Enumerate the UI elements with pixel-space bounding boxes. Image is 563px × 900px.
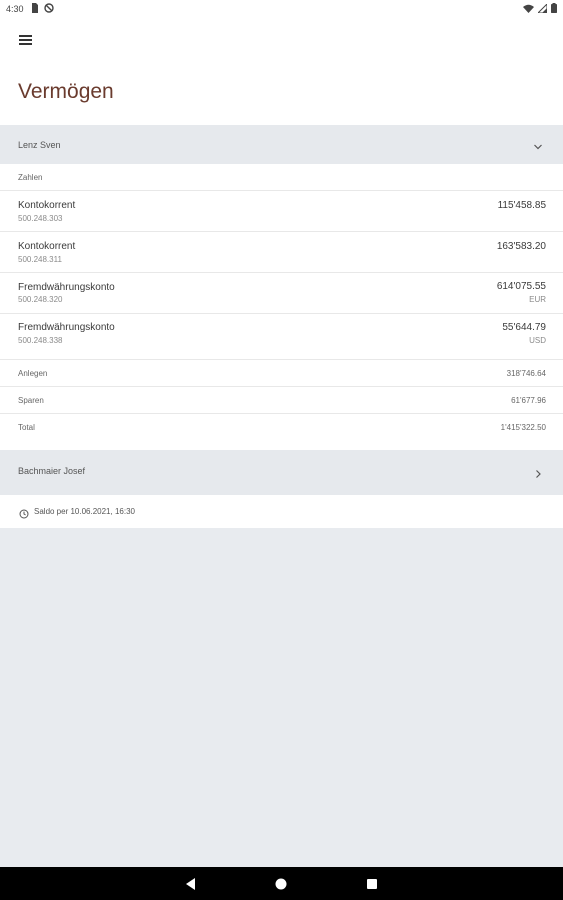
- saldo-row: Saldo per 10.06.2021, 16:30: [0, 495, 563, 528]
- clock-icon: [19, 506, 29, 524]
- saldo-text: Saldo per 10.06.2021, 16:30: [34, 507, 135, 516]
- back-icon[interactable]: [183, 876, 199, 892]
- app-bar: [0, 20, 563, 60]
- group-name: Bachmaier Josef: [18, 466, 86, 476]
- account-name: Kontokorrent: [18, 241, 76, 252]
- group-name: Lenz Sven: [18, 140, 61, 150]
- account-amount: 614'075.55: [496, 281, 546, 292]
- account-row[interactable]: Kontokorrent 500.248.311 163'583.20: [0, 232, 563, 273]
- account-number: 500.248.338: [18, 336, 63, 345]
- home-icon[interactable]: [273, 876, 289, 892]
- account-number: 500.248.320: [18, 295, 63, 304]
- status-bar: 4:30: [0, 0, 563, 20]
- account-name: Fremdwährungskonto: [18, 322, 115, 333]
- account-row[interactable]: Kontokorrent 500.248.303 115'458.85: [0, 191, 563, 232]
- account-amount: 115'458.85: [497, 200, 546, 211]
- account-row[interactable]: Fremdwährungskonto 500.248.338 55'644.79…: [0, 314, 563, 360]
- account-amount: 55'644.79: [502, 322, 546, 333]
- account-name: Kontokorrent: [18, 200, 76, 211]
- summary-row-anlegen[interactable]: Anlegen 318'746.64: [0, 360, 563, 387]
- summary-row-total: Total 1'415'322.50: [0, 414, 563, 441]
- battery-icon: [551, 3, 557, 15]
- account-amount: 163'583.20: [496, 241, 546, 252]
- account-currency: USD: [529, 336, 546, 345]
- hamburger-menu-icon[interactable]: [14, 30, 38, 50]
- system-nav-bar: [0, 867, 563, 900]
- account-row[interactable]: Fremdwährungskonto 500.248.320 614'075.5…: [0, 273, 563, 314]
- blocked-icon: [44, 3, 54, 15]
- group-header-lenz-sven[interactable]: Lenz Sven: [0, 125, 563, 164]
- page-title: Vermögen: [18, 80, 114, 103]
- summary-label: Anlegen: [18, 369, 48, 378]
- signal-icon: [536, 2, 548, 15]
- summary-amount: 1'415'322.50: [500, 423, 546, 432]
- summary-amount: 61'677.96: [511, 396, 546, 405]
- summary-row-sparen[interactable]: Sparen 61'677.96: [0, 387, 563, 414]
- section-label: Zahlen: [18, 173, 43, 182]
- summary-label: Sparen: [18, 396, 44, 405]
- account-currency: EUR: [529, 295, 546, 304]
- summary-label: Total: [18, 423, 35, 432]
- sd-card-icon: [31, 3, 39, 15]
- section-label-row: Zahlen: [0, 164, 563, 191]
- status-time: 4:30: [6, 4, 24, 14]
- account-name: Fremdwährungskonto: [18, 282, 115, 293]
- account-number: 500.248.303: [18, 214, 63, 223]
- recents-icon[interactable]: [364, 876, 380, 892]
- account-number: 500.248.311: [18, 255, 62, 264]
- summary-amount: 318'746.64: [506, 369, 546, 378]
- chevron-right-icon: [533, 466, 543, 478]
- wifi-icon: [523, 4, 534, 15]
- group-header-bachmaier-josef[interactable]: Bachmaier Josef: [0, 450, 563, 495]
- chevron-down-icon: [533, 139, 543, 150]
